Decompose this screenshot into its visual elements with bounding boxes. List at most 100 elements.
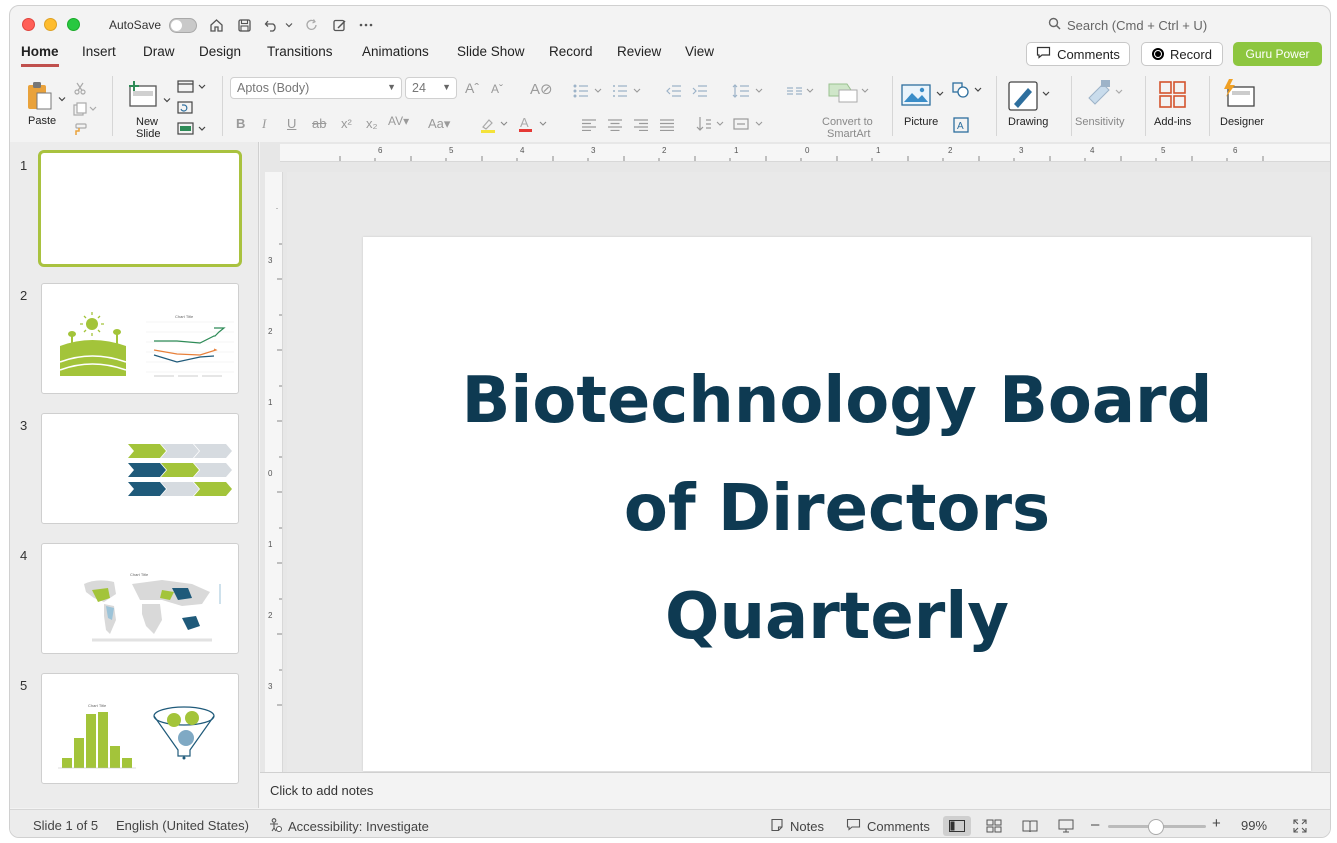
minimize-window-button[interactable] [44,18,57,31]
strikethrough-icon[interactable]: ab [312,116,326,131]
reading-view-button[interactable] [1016,816,1044,836]
font-size-select[interactable]: 24 ▼ [405,77,457,99]
slide-show-button[interactable] [1052,816,1080,836]
current-slide[interactable]: Biotechnology Board of Directors Quarter… [363,237,1311,771]
align-center-icon[interactable] [608,118,622,136]
grow-font-icon[interactable]: Aˆ [465,80,479,96]
accessibility-status[interactable]: Accessibility: Investigate [268,818,429,835]
close-window-button[interactable] [22,18,35,31]
slide-thumbnail-5[interactable]: Chart Title [41,673,239,784]
slide-title-line-1: Biotechnology Board [461,364,1213,438]
language-status[interactable]: English (United States) [116,818,249,833]
zoom-slider-handle[interactable] [1148,819,1164,835]
search-box[interactable]: Search (Cmd + Ctrl + U) [1048,17,1207,33]
comments-button-label: Comments [1057,46,1120,62]
tab-draw[interactable]: Draw [143,44,175,64]
autosave-toggle[interactable] [169,18,197,33]
tab-review[interactable]: Review [617,44,661,64]
comments-button[interactable]: Comments [1026,42,1130,66]
designer-icon[interactable] [1223,79,1257,114]
zoom-out-icon[interactable]: – [1091,816,1099,833]
shapes-icon[interactable] [952,82,984,103]
clear-formatting-icon[interactable]: A⊘ [530,80,553,98]
align-left-icon[interactable] [582,118,596,136]
superscript-icon[interactable]: x² [341,116,352,131]
undo-icon[interactable] [262,15,280,35]
smartart-icon[interactable] [827,80,869,109]
columns-icon[interactable] [786,84,816,103]
tab-home[interactable]: Home [21,44,59,67]
align-right-icon[interactable] [634,118,648,136]
bold-icon[interactable]: B [236,116,245,131]
highlight-icon[interactable] [480,117,510,138]
decrease-indent-icon[interactable] [666,84,682,103]
section-icon[interactable] [177,122,207,141]
ruler-number: 2 [662,146,667,155]
font-color-icon[interactable]: A [518,115,550,138]
underline-icon[interactable]: U [287,116,296,131]
font-name-select[interactable]: Aptos (Body) ▼ [230,77,402,99]
comments-toggle[interactable]: Comments [846,818,930,834]
line-spacing-icon[interactable] [732,84,766,103]
undo-dropdown-icon[interactable] [284,15,294,35]
paste-dropdown-icon[interactable] [58,90,66,108]
picture-icon[interactable] [901,82,945,113]
slide-thumbnail-4[interactable]: Chart Title [41,543,239,654]
search-placeholder: Search (Cmd + Ctrl + U) [1067,17,1208,33]
tab-animations[interactable]: Animations [362,44,429,64]
numbering-icon[interactable] [612,84,646,103]
record-button[interactable]: Record [1141,42,1223,66]
guru-power-button[interactable]: Guru Power [1233,42,1322,66]
horizontal-ruler: 6 5 4 3 2 1 0 1 2 3 4 5 6 [280,144,1330,162]
text-box-icon[interactable]: A [953,117,969,138]
copy-icon[interactable] [73,102,97,121]
add-ins-icon[interactable] [1159,81,1187,114]
layout-icon[interactable] [177,80,207,99]
increase-indent-icon[interactable] [692,84,708,103]
notes-placeholder: Click to add notes [270,783,374,798]
vertical-ruler: 3 2 1 0 1 2 3 [265,172,283,772]
maximize-window-button[interactable] [67,18,80,31]
slide-number: 2 [20,288,28,303]
customize-icon[interactable] [330,15,348,35]
sensitivity-icon[interactable] [1085,78,1125,113]
tab-insert[interactable]: Insert [82,44,116,64]
shrink-font-icon[interactable]: Aˇ [491,82,503,96]
slide-thumbnail-3[interactable] [41,413,239,524]
slide-sorter-button[interactable] [980,816,1008,836]
reset-icon[interactable] [177,101,193,120]
slide-thumbnail-1[interactable] [38,150,242,267]
new-slide-dropdown-icon[interactable] [163,91,171,109]
cut-icon[interactable] [73,81,87,100]
subscript-icon[interactable]: x₂ [366,116,378,131]
zoom-level[interactable]: 99% [1241,818,1267,833]
font-name-value: Aptos (Body) [237,81,310,95]
more-icon[interactable] [357,15,375,35]
notes-pane[interactable]: Click to add notes [260,772,1330,809]
new-slide-icon[interactable] [127,80,159,113]
tab-transitions[interactable]: Transitions [267,44,333,64]
italic-icon[interactable]: I [262,116,266,132]
paste-icon[interactable] [25,80,55,117]
home-icon[interactable] [207,15,225,35]
redo-icon[interactable] [302,15,320,35]
tab-slide-show[interactable]: Slide Show [457,44,525,64]
text-direction-icon[interactable] [696,116,726,137]
notes-toggle[interactable]: Notes [770,818,824,835]
tab-view[interactable]: View [685,44,714,64]
zoom-in-icon[interactable]: + [1212,815,1221,832]
format-painter-icon[interactable] [73,123,87,141]
character-spacing-icon[interactable]: AV▾ [388,114,409,128]
align-text-icon[interactable] [732,116,766,137]
save-icon[interactable] [235,15,253,35]
normal-view-button[interactable] [943,816,971,836]
justify-icon[interactable] [660,118,674,136]
drawing-icon[interactable] [1008,80,1052,117]
fit-to-window-button[interactable] [1286,816,1314,836]
tab-record[interactable]: Record [549,44,593,64]
change-case-icon[interactable]: Aa▾ [428,116,450,132]
bullets-icon[interactable] [573,84,607,103]
tab-design[interactable]: Design [199,44,241,64]
slide-title[interactable]: Biotechnology Board of Directors Quarter… [403,347,1271,671]
slide-thumbnail-2[interactable]: Chart Title [41,283,239,394]
